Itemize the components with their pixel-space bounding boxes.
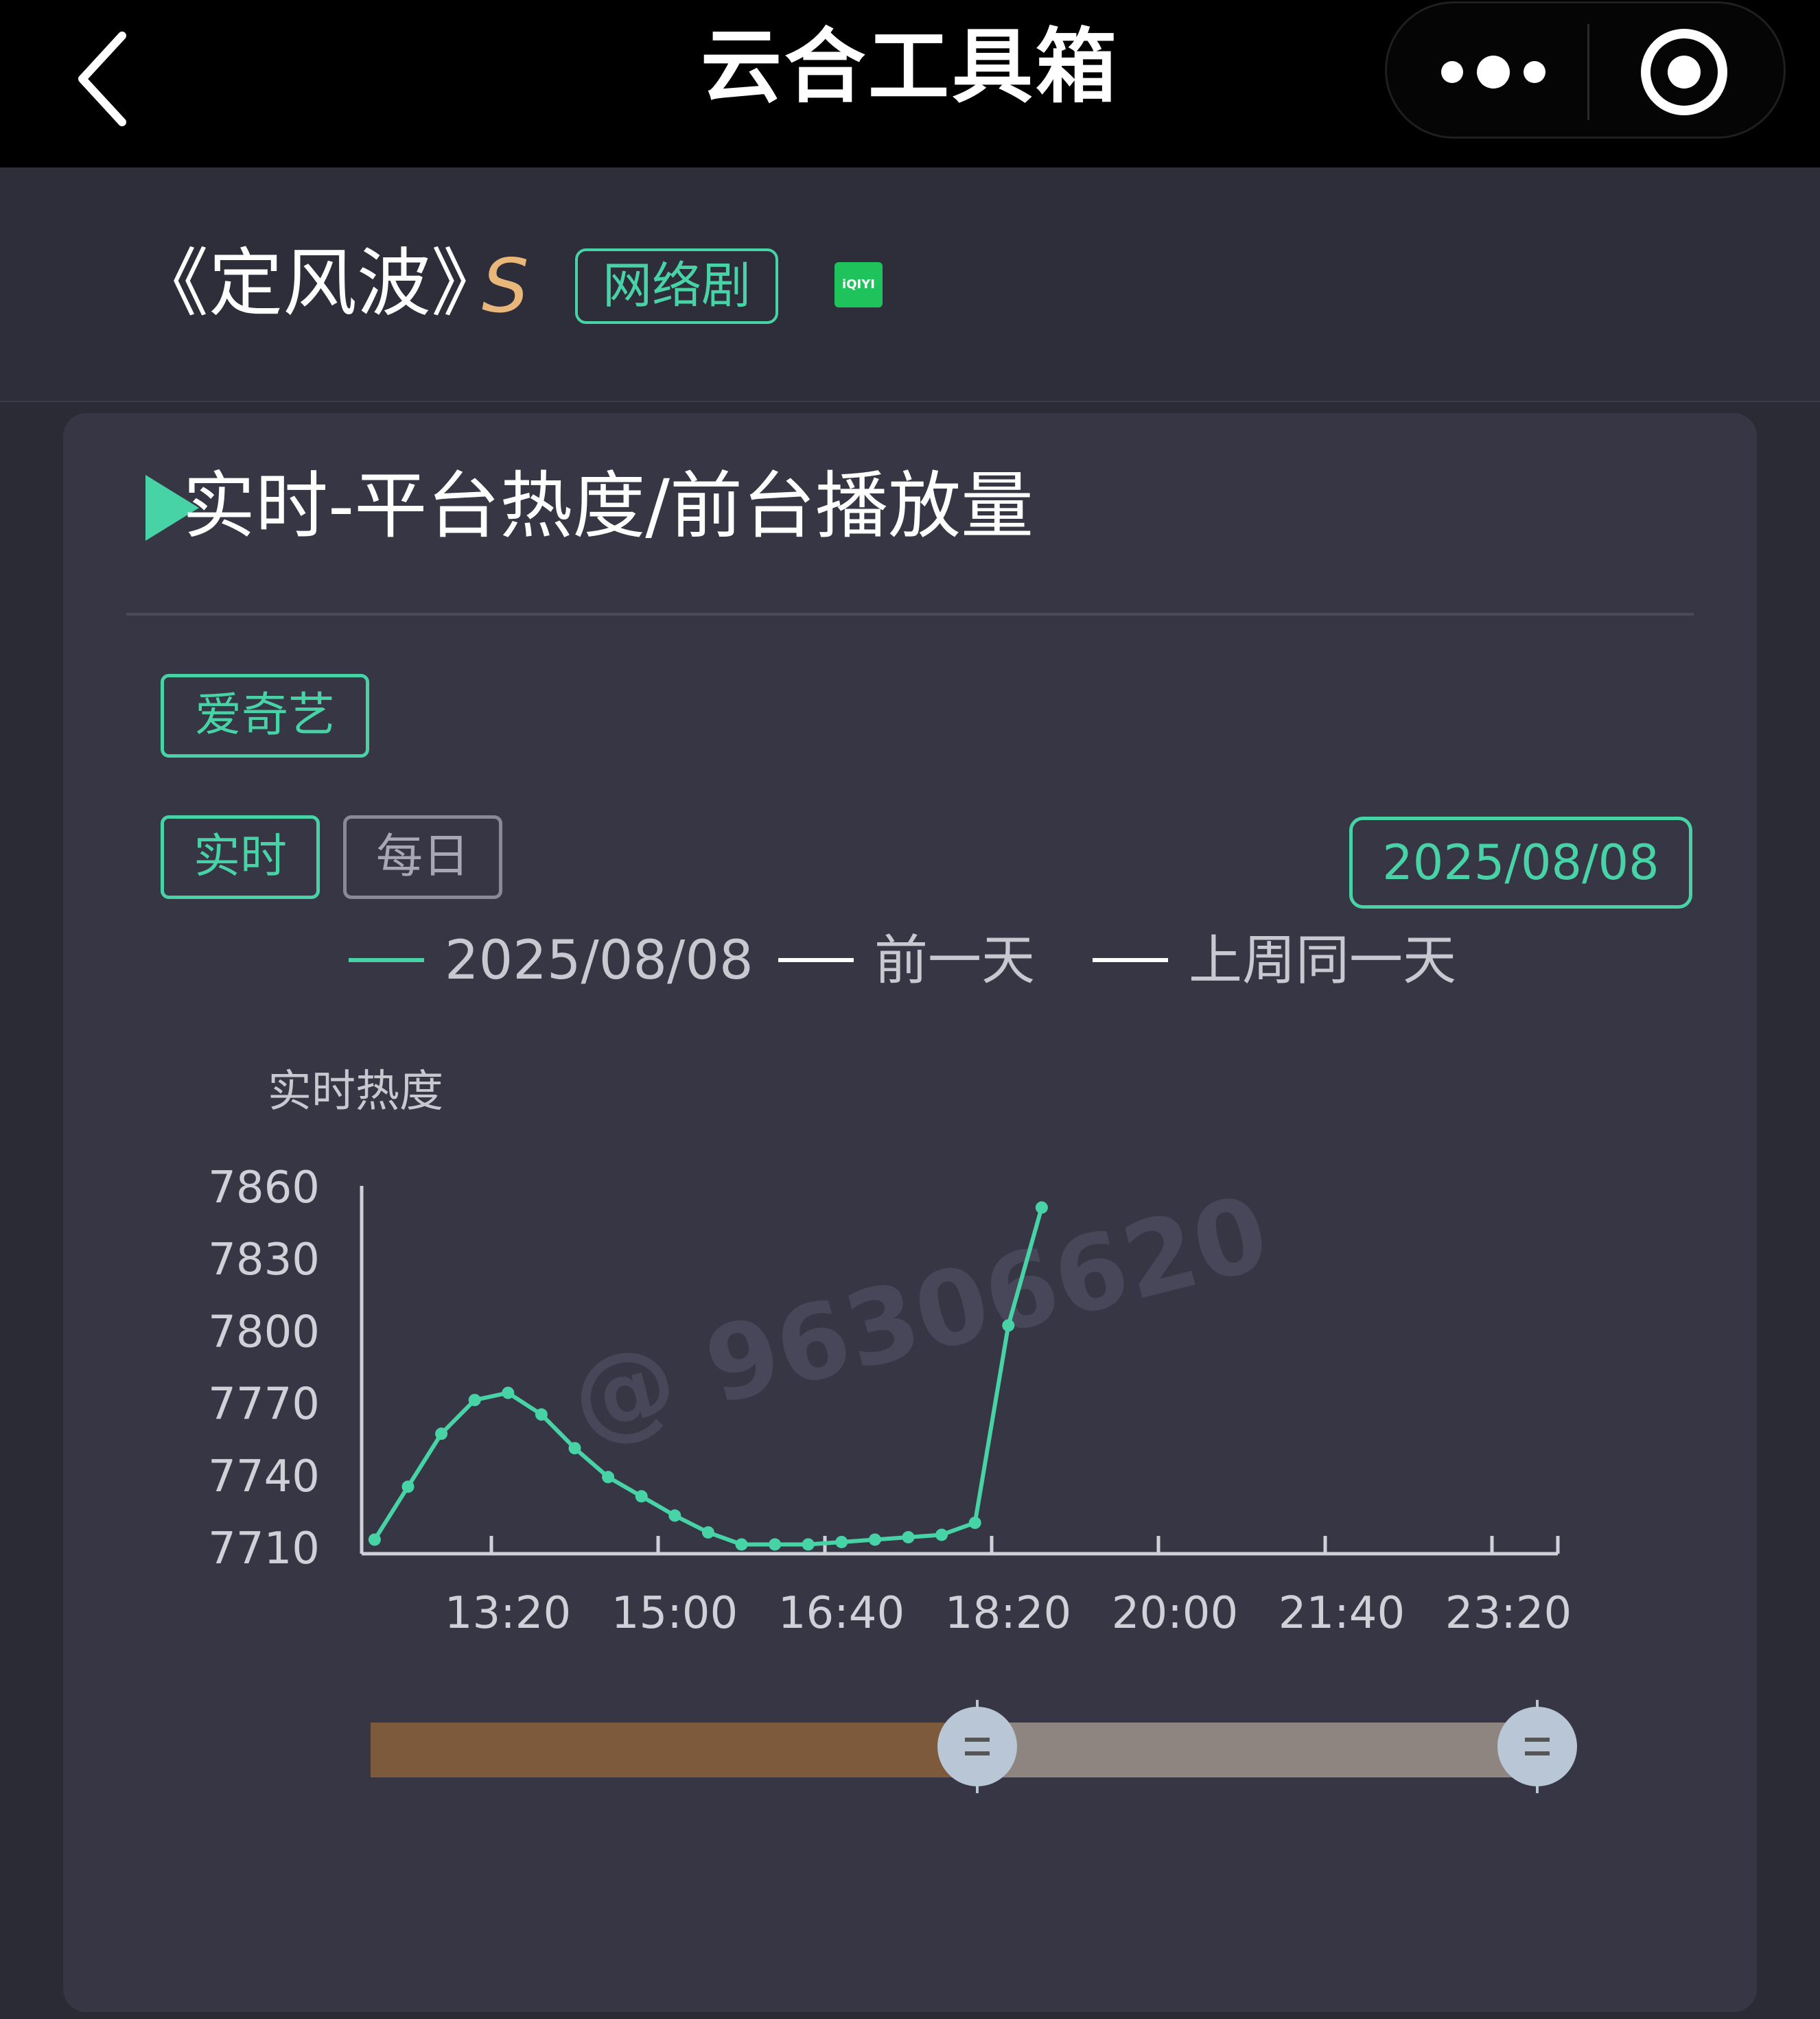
data-point[interactable] xyxy=(502,1386,515,1399)
range-slider[interactable] xyxy=(371,1695,1606,1798)
data-point[interactable] xyxy=(802,1538,815,1551)
x-tick-label: 15:00 xyxy=(611,1588,738,1639)
data-point[interactable] xyxy=(468,1394,481,1407)
data-point[interactable] xyxy=(769,1538,782,1551)
x-tick-label: 16:40 xyxy=(778,1588,905,1639)
data-point[interactable] xyxy=(568,1442,581,1455)
watermark: @ 96306620 xyxy=(560,1174,1279,1462)
y-tick-label: 7800 xyxy=(208,1307,320,1357)
data-point[interactable] xyxy=(635,1490,648,1503)
y-tick-label: 7740 xyxy=(208,1451,320,1502)
slider-handle-left-icon[interactable] xyxy=(936,1699,1018,1795)
data-point[interactable] xyxy=(602,1471,615,1484)
data-point[interactable] xyxy=(668,1509,681,1522)
x-tick-label: 20:00 xyxy=(1112,1588,1238,1639)
data-point[interactable] xyxy=(401,1480,415,1493)
data-point[interactable] xyxy=(1002,1319,1015,1332)
data-point[interactable] xyxy=(902,1530,915,1543)
data-point[interactable] xyxy=(701,1526,714,1539)
y-tick-labels: 7860 7830 7800 7770 7740 7710 xyxy=(208,1163,320,1574)
x-tick-label: 21:40 xyxy=(1279,1588,1405,1639)
data-point[interactable] xyxy=(935,1528,948,1541)
data-point[interactable] xyxy=(835,1535,848,1548)
x-tick-label: 18:20 xyxy=(945,1588,1071,1639)
x-tick-label: 23:20 xyxy=(1445,1588,1572,1639)
slider-fill xyxy=(371,1723,977,1777)
data-point[interactable] xyxy=(535,1408,548,1421)
y-tick-label: 7710 xyxy=(208,1524,320,1574)
data-point[interactable] xyxy=(968,1516,981,1529)
x-tick-label: 13:20 xyxy=(445,1588,571,1639)
slider-handle-right-icon[interactable] xyxy=(1496,1699,1578,1795)
y-axis-label: 实时热度 xyxy=(268,1066,443,1117)
data-point[interactable] xyxy=(435,1427,448,1440)
data-point[interactable] xyxy=(368,1533,381,1546)
data-point[interactable] xyxy=(735,1538,748,1551)
data-point[interactable] xyxy=(1035,1201,1048,1214)
x-tick-labels: 13:20 15:00 16:40 18:20 20:00 21:40 23:20 xyxy=(445,1536,1572,1639)
y-tick-label: 7770 xyxy=(208,1379,320,1430)
data-point[interactable] xyxy=(868,1533,881,1546)
y-tick-label: 7860 xyxy=(208,1163,320,1213)
y-tick-label: 7830 xyxy=(208,1235,320,1285)
